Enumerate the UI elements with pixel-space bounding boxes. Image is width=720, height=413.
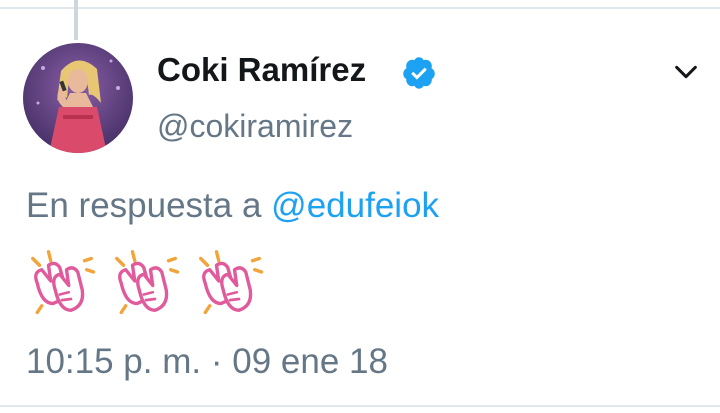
tweet-timestamp[interactable]: 10:15 p. m. · 09 ene 18 [26,340,388,384]
reply-handle-link[interactable]: @edufeiok [271,186,439,225]
clapping-hands-emoji [31,250,96,315]
verified-badge-icon [403,57,435,89]
top-divider [0,7,720,9]
clapping-hands-emoji [199,250,264,315]
reply-context: En respuesta a @edufeiok [26,184,439,228]
user-handle[interactable]: @cokiramirez [157,106,353,146]
chevron-down-icon[interactable] [672,58,700,86]
timestamp-separator: · [210,342,223,381]
reply-prefix: En respuesta a [26,186,262,225]
bottom-divider [0,405,720,407]
avatar[interactable] [23,43,133,153]
tweet-date: 09 ene 18 [232,342,388,381]
thread-connector-line [74,0,78,40]
display-name[interactable]: Coki Ramírez [157,50,366,90]
avatar-image [23,43,133,153]
tweet-time: 10:15 p. m. [26,342,202,381]
clapping-hands-emoji [115,250,180,315]
